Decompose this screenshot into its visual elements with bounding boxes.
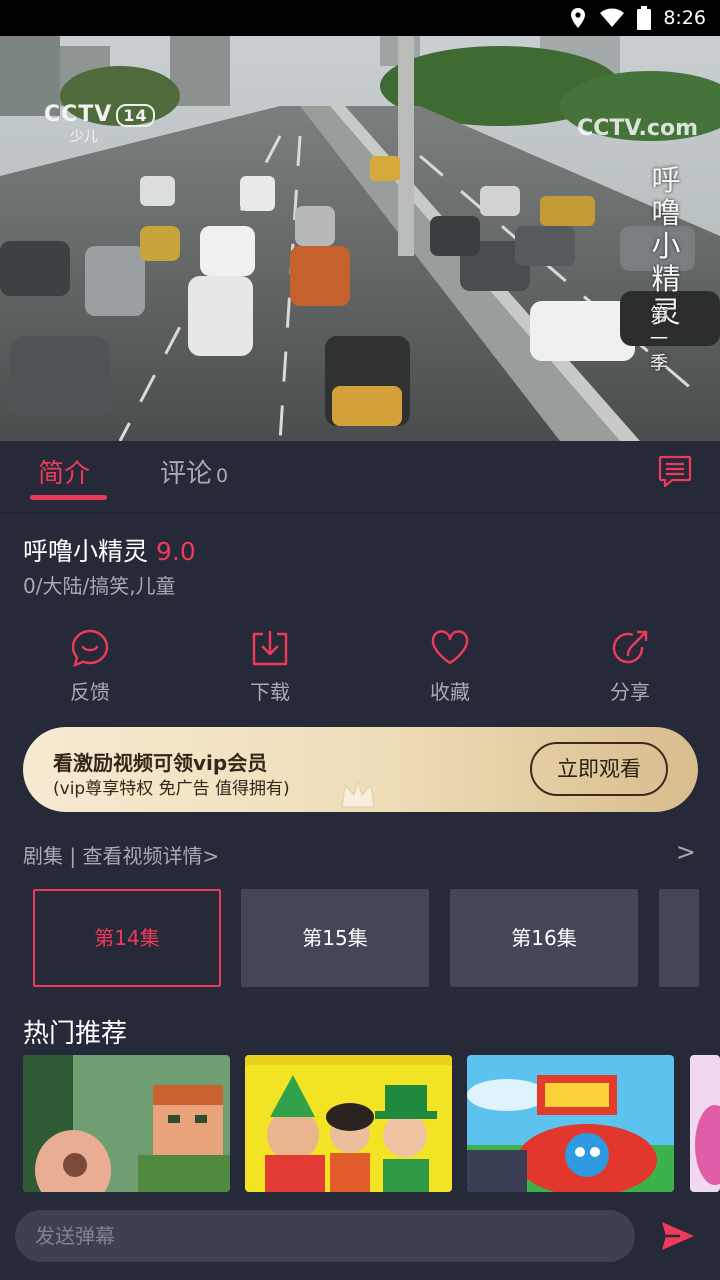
hot-carousel bbox=[23, 1055, 720, 1192]
channel-logo: CCTV 14 bbox=[44, 102, 155, 127]
hot-card[interactable] bbox=[467, 1055, 674, 1192]
comment-count: 0 bbox=[216, 465, 229, 487]
show-rating: 9.0 bbox=[156, 537, 196, 566]
vip-title: 看激励视频可领vip会员 bbox=[53, 751, 268, 775]
action-row: 反馈 下载 收藏 分享 bbox=[0, 628, 720, 708]
feedback-label: 反馈 bbox=[70, 680, 110, 704]
tab-bar: 简介 评论 0 bbox=[0, 441, 720, 513]
danmaku-bar bbox=[0, 1194, 720, 1280]
battery-icon bbox=[637, 6, 652, 30]
hot-card-thumbnail bbox=[690, 1055, 720, 1192]
tab-intro[interactable]: 简介 bbox=[38, 453, 90, 490]
episode-item-partial[interactable] bbox=[659, 889, 699, 987]
download-label: 下载 bbox=[250, 680, 290, 704]
status-time: 8:26 bbox=[663, 7, 706, 29]
episodes-header[interactable]: 剧集 | 查看视频详情> bbox=[23, 840, 219, 869]
vip-watch-button[interactable]: 立即观看 bbox=[530, 742, 668, 796]
show-title-row: 呼噜小精灵 9.0 bbox=[23, 532, 196, 568]
video-season-overlay: 第一季 bbox=[650, 305, 668, 374]
download-icon bbox=[252, 631, 288, 666]
favorite-button[interactable]: 收藏 bbox=[400, 628, 500, 705]
episode-item[interactable]: 第16集 bbox=[450, 889, 638, 987]
vip-subtitle: (vip尊享特权 免广告 值得拥有) bbox=[53, 779, 290, 799]
download-button[interactable]: 下载 bbox=[220, 628, 320, 705]
hot-card-thumbnail bbox=[467, 1055, 674, 1192]
show-title: 呼噜小精灵 bbox=[23, 537, 149, 566]
episode-item[interactable]: 第15集 bbox=[241, 889, 429, 987]
feedback-button[interactable]: 反馈 bbox=[40, 628, 140, 705]
wifi-icon bbox=[600, 8, 625, 27]
episode-item[interactable]: 第14集 bbox=[33, 889, 221, 987]
share-button[interactable]: 分享 bbox=[580, 628, 680, 705]
show-meta: 0/大陆/搞笑,儿童 bbox=[23, 574, 176, 598]
video-player[interactable]: CCTV 14 少儿 CCTV.com 呼噜小精灵 第一季 bbox=[0, 36, 720, 441]
channel-sub: 少儿 bbox=[70, 129, 98, 145]
hot-card-thumbnail bbox=[245, 1055, 452, 1192]
favorite-label: 收藏 bbox=[430, 680, 470, 704]
watermark: CCTV.com bbox=[577, 116, 698, 141]
episodes-more-chevron-icon[interactable]: > bbox=[676, 838, 696, 866]
send-icon[interactable] bbox=[660, 1220, 696, 1252]
hot-card[interactable] bbox=[245, 1055, 452, 1192]
danmaku-list-icon[interactable] bbox=[658, 455, 692, 487]
location-icon bbox=[571, 8, 586, 28]
hot-card-thumbnail bbox=[23, 1055, 230, 1192]
heart-icon bbox=[431, 630, 469, 665]
feedback-icon bbox=[71, 629, 109, 668]
hot-card-partial[interactable] bbox=[690, 1055, 720, 1192]
tab-indicator bbox=[30, 495, 107, 500]
video-frame bbox=[0, 36, 720, 441]
tab-comments-label: 评论 bbox=[160, 459, 213, 489]
share-label: 分享 bbox=[610, 680, 650, 704]
tab-comments[interactable]: 评论 0 bbox=[160, 453, 228, 490]
hot-card[interactable] bbox=[23, 1055, 230, 1192]
crown-icon bbox=[341, 778, 375, 808]
danmaku-input[interactable] bbox=[15, 1210, 635, 1262]
hot-section-title: 热门推荐 bbox=[23, 1019, 128, 1049]
status-icons: 8:26 bbox=[569, 0, 706, 36]
status-bar: 8:26 bbox=[0, 0, 720, 36]
vip-banner[interactable]: 看激励视频可领vip会员 (vip尊享特权 免广告 值得拥有) 立即观看 bbox=[23, 727, 698, 812]
share-icon bbox=[612, 630, 648, 664]
